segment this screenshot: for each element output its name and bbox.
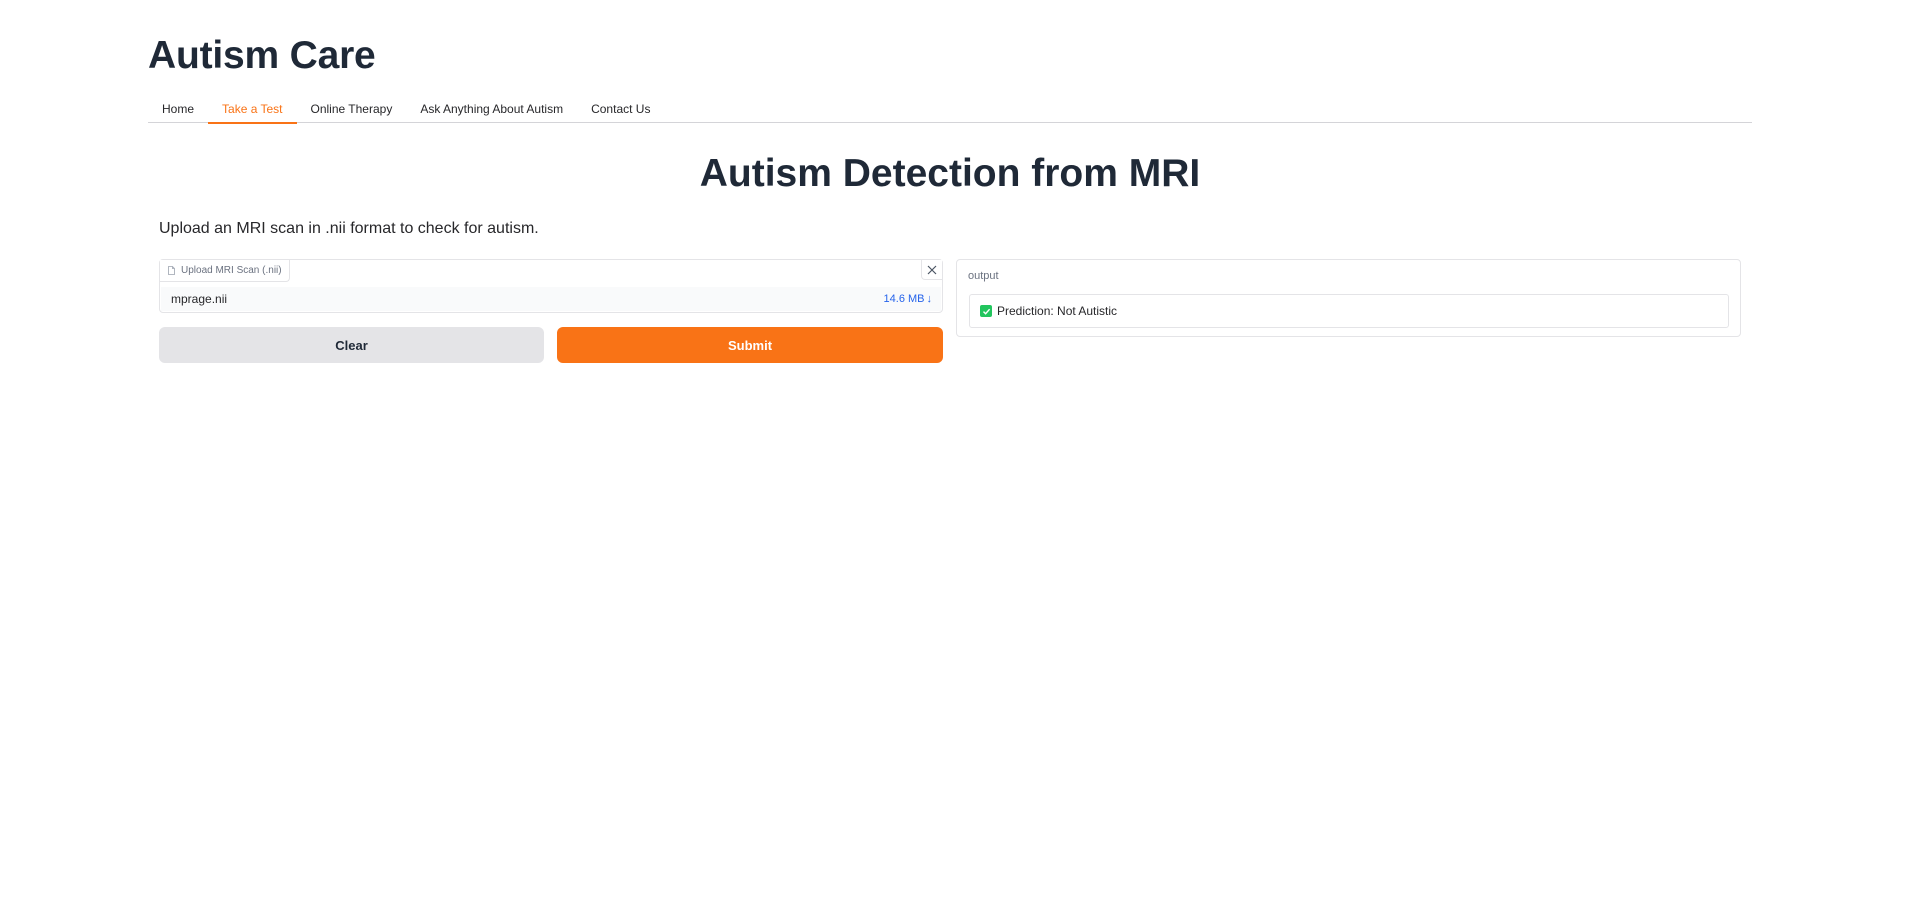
page-heading: Autism Detection from MRI	[699, 152, 1201, 195]
checkmark-icon	[980, 305, 992, 317]
tab-online-therapy[interactable]: Online Therapy	[297, 98, 407, 123]
file-download-link[interactable]: 14.6 MB ↓	[884, 293, 932, 305]
output-component: output Prediction: Not Autistic	[956, 259, 1741, 337]
output-field: Prediction: Not Autistic	[969, 294, 1729, 328]
file-icon	[168, 266, 175, 275]
app-title: Autism Care	[148, 34, 376, 77]
output-label: output	[968, 270, 999, 282]
uploaded-file-row: mprage.nii 14.6 MB ↓	[161, 287, 941, 311]
tab-take-a-test[interactable]: Take a Test	[208, 98, 297, 124]
submit-button[interactable]: Submit	[557, 327, 943, 363]
page-container: Autism Care Home Take a Test Online Ther…	[148, 0, 1752, 911]
tab-bar: Home Take a Test Online Therapy Ask Anyt…	[148, 98, 1752, 124]
tab-contact-us[interactable]: Contact Us	[577, 98, 664, 123]
upload-label: Upload MRI Scan (.nii)	[160, 260, 290, 282]
file-upload-component[interactable]: Upload MRI Scan (.nii) mprage.nii 14.6 M…	[159, 259, 943, 313]
clear-button[interactable]: Clear	[159, 327, 544, 363]
upload-label-text: Upload MRI Scan (.nii)	[181, 265, 282, 276]
tab-home[interactable]: Home	[148, 98, 208, 123]
download-arrow-icon: ↓	[926, 293, 933, 305]
close-icon	[927, 265, 937, 274]
remove-file-button[interactable]	[921, 260, 942, 280]
page-description: Upload an MRI scan in .nii format to che…	[159, 220, 539, 237]
tab-ask-anything[interactable]: Ask Anything About Autism	[406, 98, 577, 123]
prediction-result: Prediction: Not Autistic	[997, 304, 1118, 318]
file-name: mprage.nii	[171, 292, 228, 306]
file-size: 14.6 MB	[883, 293, 925, 305]
